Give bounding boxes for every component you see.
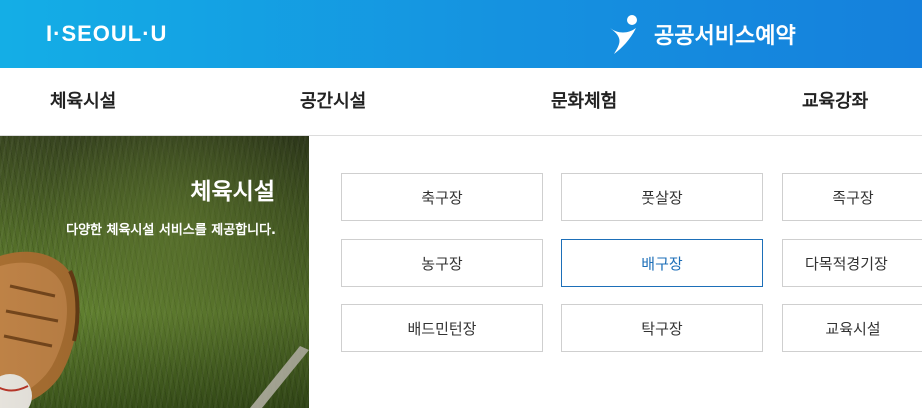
nav-item-culture[interactable]: 문화체험 <box>551 68 617 135</box>
nav-item-education[interactable]: 교육강좌 <box>802 68 868 135</box>
facility-futsal-button[interactable]: 풋살장 <box>561 173 763 221</box>
nav-item-space[interactable]: 공간시설 <box>300 68 366 135</box>
brand-link[interactable]: 공공서비스예약 <box>606 12 796 56</box>
facility-badminton-button[interactable]: 배드민턴장 <box>341 304 543 352</box>
facility-tabletennis-button[interactable]: 탁구장 <box>561 304 763 352</box>
nav-item-sports[interactable]: 체육시설 <box>50 68 116 135</box>
facility-education-button[interactable]: 교육시설 <box>782 304 922 352</box>
banner-title: 체육시설 <box>190 179 275 205</box>
site-header: I·SEOUL·U 공공서비스예약 <box>0 0 922 68</box>
facility-basketball-button[interactable]: 농구장 <box>341 239 543 287</box>
main-nav: 체육시설 공간시설 문화체험 교육강좌 <box>0 68 922 136</box>
person-swoosh-icon <box>610 15 637 54</box>
facility-volleyball-button[interactable]: 배구장 <box>561 239 763 287</box>
category-banner: 체육시설 다양한 체육시설 서비스를 제공합니다. <box>0 136 309 408</box>
brand-title: 공공서비스예약 <box>654 24 796 49</box>
facility-soccer-button[interactable]: 축구장 <box>341 173 543 221</box>
facility-jokgu-button[interactable]: 족구장 <box>782 173 922 221</box>
iseoulu-logo[interactable]: I·SEOUL·U <box>46 19 167 49</box>
banner-subtitle: 다양한 체육시설 서비스를 제공합니다. <box>66 223 276 238</box>
facility-multipurpose-button[interactable]: 다목적경기장 <box>782 239 922 287</box>
